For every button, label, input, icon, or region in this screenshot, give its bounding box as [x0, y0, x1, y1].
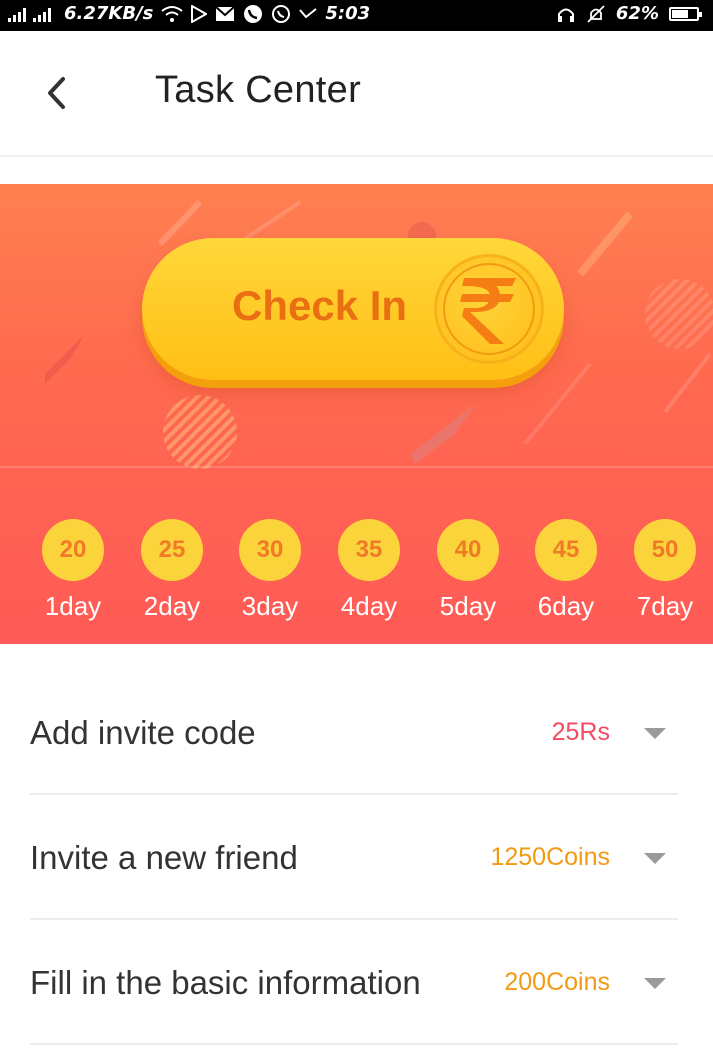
day-reward-label: 6day [537, 591, 595, 621]
status-bar: 6.27KB/s 5:03 62% [0, 0, 713, 31]
checkin-banner: Check In 20 1day 25 2day 30 3day 35 4day… [0, 184, 713, 644]
task-title: Add invite code [30, 714, 256, 751]
back-button[interactable] [36, 71, 76, 115]
day-reward-value: 30 [239, 519, 301, 581]
day-reward-label: 5day [439, 591, 497, 621]
app-header: Task Center [0, 31, 713, 157]
check-in-button[interactable]: Check In [142, 238, 564, 380]
day-reward: 45 6day [521, 519, 611, 622]
day-reward: 20 1day [28, 519, 118, 622]
banner-divider [0, 466, 713, 468]
day-reward: 35 4day [324, 519, 414, 622]
phone-icon [243, 4, 263, 24]
back-arrow-icon [48, 77, 65, 109]
mail-icon [215, 5, 236, 22]
task-invite-friend[interactable]: Invite a new friend 1250Coins [30, 795, 678, 920]
battery-icon [669, 6, 702, 21]
rupee-icon [460, 278, 516, 344]
task-add-invite-code[interactable]: Add invite code 25Rs [30, 670, 678, 795]
day-reward-value: 40 [437, 519, 499, 581]
day-reward-value: 35 [338, 519, 400, 581]
day-reward-value: 20 [42, 519, 104, 581]
day-rewards: 20 1day 25 2day 30 3day 35 4day 40 5day … [0, 519, 713, 629]
day-reward-value: 50 [634, 519, 696, 581]
day-reward: 30 3day [225, 519, 315, 622]
day-reward-label: 2day [143, 591, 201, 621]
chevron-down-icon[interactable] [644, 728, 666, 739]
chevron-down-icon[interactable] [644, 978, 666, 989]
task-title: Fill in the basic information [30, 964, 421, 1001]
net-speed: 6.27KB/s [64, 3, 154, 24]
task-reward: 1250Coins [490, 843, 610, 871]
day-reward-label: 4day [340, 591, 398, 621]
headset-icon [556, 5, 576, 23]
check-in-label: Check In [232, 282, 408, 329]
task-basic-information[interactable]: Fill in the basic information 200Coins [30, 920, 678, 1045]
mute-bell-icon [586, 4, 606, 23]
wifi-icon [161, 5, 183, 23]
task-list: Add invite code 25Rs Invite a new friend… [30, 670, 678, 1045]
day-reward: 40 5day [423, 519, 513, 622]
clock: 5:03 [325, 3, 371, 24]
day-reward: 50 7day [620, 519, 710, 622]
day-reward-value: 25 [141, 519, 203, 581]
signal-icon [8, 5, 56, 23]
missed-call-icon [299, 7, 317, 21]
day-reward: 25 2day [127, 519, 217, 622]
rupee-coin-icon [434, 254, 544, 364]
page-title: Task Center [155, 69, 362, 111]
task-reward: 200Coins [504, 968, 610, 996]
day-reward-label: 3day [241, 591, 299, 621]
task-reward: 25Rs [551, 718, 610, 746]
day-reward-label: 1day [44, 591, 102, 621]
day-reward-label: 7day [636, 591, 694, 621]
task-title: Invite a new friend [30, 839, 298, 876]
chevron-down-icon[interactable] [644, 853, 666, 864]
battery-percent: 62% [615, 3, 659, 24]
whatsapp-icon [271, 4, 291, 24]
day-reward-value: 45 [535, 519, 597, 581]
play-store-icon [191, 4, 208, 23]
